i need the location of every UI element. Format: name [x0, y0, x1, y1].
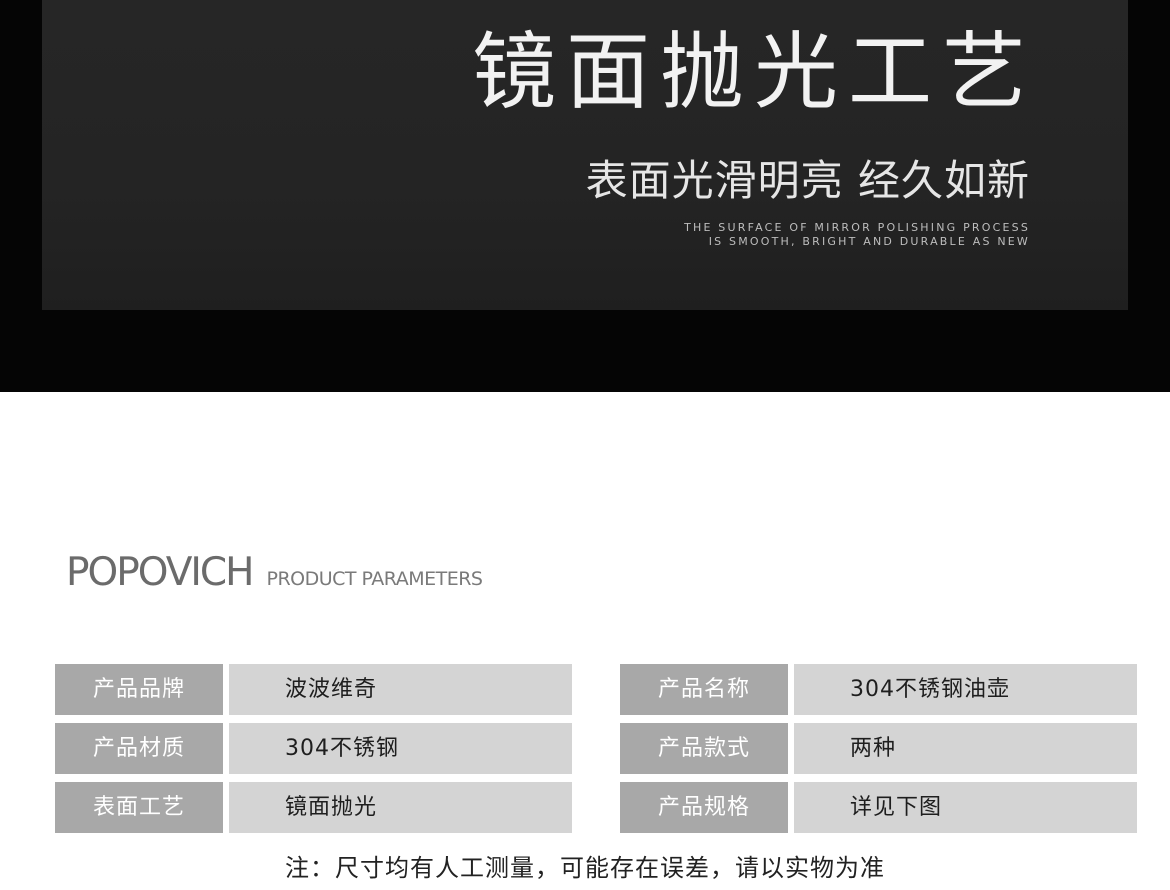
params-heading: POPOVICH PRODUCT PARAMETERS	[66, 553, 483, 592]
hero-panel: 镜面抛光工艺 表面光滑明亮 经久如新 THE SURFACE OF MIRROR…	[42, 0, 1128, 310]
params-title: PRODUCT PARAMETERS	[266, 568, 483, 590]
hero-english-line-1: THE SURFACE OF MIRROR POLISHING PROCESS	[684, 221, 1030, 234]
param-value: 详见下图	[794, 782, 1137, 833]
table-row: 产品规格 详见下图	[620, 782, 1137, 833]
hero-english-line-2: IS SMOOTH, BRIGHT AND DURABLE AS NEW	[708, 235, 1030, 248]
table-row: 产品材质 304不锈钢	[55, 723, 572, 774]
param-key: 产品材质	[55, 723, 223, 774]
param-value: 镜面抛光	[229, 782, 572, 833]
hero-banner: 镜面抛光工艺 表面光滑明亮 经久如新 THE SURFACE OF MIRROR…	[0, 0, 1170, 392]
hero-english-caption: THE SURFACE OF MIRROR POLISHING PROCESS …	[684, 221, 1030, 249]
param-key: 产品名称	[620, 664, 788, 715]
table-row: 产品品牌 波波维奇	[55, 664, 572, 715]
table-row: 表面工艺 镜面抛光	[55, 782, 572, 833]
table-row: 产品款式 两种	[620, 723, 1137, 774]
param-value: 两种	[794, 723, 1137, 774]
param-key: 表面工艺	[55, 782, 223, 833]
param-value: 304不锈钢	[229, 723, 572, 774]
param-key: 产品规格	[620, 782, 788, 833]
hero-subtitle: 表面光滑明亮 经久如新	[585, 156, 1030, 205]
params-table-left: 产品品牌 波波维奇 产品材质 304不锈钢 表面工艺 镜面抛光	[55, 664, 572, 841]
table-row: 产品名称 304不锈钢油壶	[620, 664, 1137, 715]
param-key: 产品款式	[620, 723, 788, 774]
hero-title: 镜面抛光工艺	[471, 23, 1036, 121]
params-table-right: 产品名称 304不锈钢油壶 产品款式 两种 产品规格 详见下图	[620, 664, 1137, 841]
brand-name: POPOVICH	[66, 550, 254, 595]
param-key: 产品品牌	[55, 664, 223, 715]
param-value: 波波维奇	[229, 664, 572, 715]
param-value: 304不锈钢油壶	[794, 664, 1137, 715]
measurement-note: 注：尺寸均有人工测量，可能存在误差，请以实物为准	[285, 854, 885, 882]
